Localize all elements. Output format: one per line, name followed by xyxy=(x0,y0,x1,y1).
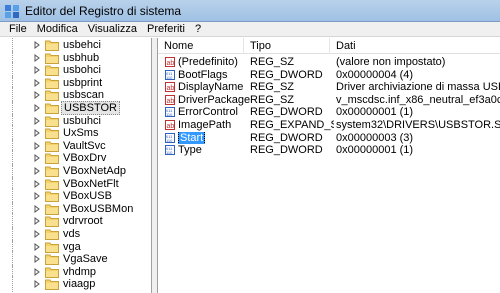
expand-arrow-icon[interactable] xyxy=(33,280,41,289)
expand-arrow-icon[interactable] xyxy=(33,141,41,150)
expand-arrow-icon[interactable] xyxy=(33,154,41,163)
svg-text:110: 110 xyxy=(166,75,173,80)
expand-arrow-icon[interactable] xyxy=(33,242,41,251)
expand-arrow-icon[interactable] xyxy=(33,116,41,125)
string-value-icon: ab xyxy=(165,120,175,130)
value-data: (valore non impostato) xyxy=(336,56,446,68)
svg-text:ab: ab xyxy=(167,123,175,130)
window-title: Editor del Registro di sistema xyxy=(25,3,182,18)
value-data: system32\DRIVERS\USBSTOR.SYS xyxy=(336,119,500,131)
expand-arrow-icon[interactable] xyxy=(33,267,41,276)
list-header: Nome Tipo Dati xyxy=(158,38,500,54)
list-row[interactable]: 011 110 Start REG_DWORD 0x00000003 (3) xyxy=(158,131,500,144)
value-type: REG_DWORD xyxy=(250,106,323,119)
value-data: Driver archiviazione di massa USB xyxy=(336,81,500,94)
menu-file[interactable]: File xyxy=(4,22,32,36)
value-name: ImagePath xyxy=(178,119,232,131)
expand-arrow-icon[interactable] xyxy=(33,41,41,49)
string-value-icon: ab xyxy=(165,82,175,93)
value-name: DriverPackageId xyxy=(178,93,250,106)
menu-help[interactable]: ? xyxy=(190,22,206,36)
value-name: ErrorControl xyxy=(178,106,238,119)
value-type: REG_DWORD xyxy=(250,144,323,157)
menu-preferiti[interactable]: Preferiti xyxy=(142,22,190,36)
binary-value-icon: 011110 xyxy=(165,107,175,118)
expand-arrow-icon[interactable] xyxy=(33,104,41,112)
svg-text:ab: ab xyxy=(167,60,175,67)
string-value-icon: ab xyxy=(165,94,175,105)
tree-item-label: viaagp xyxy=(63,278,96,291)
value-type: REG_DWORD xyxy=(250,68,323,81)
list-row[interactable]: 011 110 ErrorControl REG_DWORD 0x00000001 (1… xyxy=(158,106,500,118)
list-row[interactable]: 011 110 BootFlags REG_DWORD 0x00000004 (4) xyxy=(158,69,500,81)
value-type: REG_SZ xyxy=(250,56,295,68)
value-type: REG_SZ xyxy=(250,93,295,106)
svg-text:110: 110 xyxy=(166,150,173,155)
title-bar: Editor del Registro di sistema xyxy=(0,0,500,22)
value-name: BootFlags xyxy=(178,68,228,81)
menu-bar: File Modifica Visualizza Preferiti ? xyxy=(0,22,500,37)
svg-text:ab: ab xyxy=(167,98,175,105)
value-data: 0x00000001 (1) xyxy=(336,144,414,157)
tree-item[interactable]: viaagp xyxy=(0,276,151,293)
values-list[interactable]: Nome Tipo Dati ab (Predefinito) REG_SZ (val… xyxy=(158,38,500,293)
svg-text:110: 110 xyxy=(166,112,173,117)
list-row[interactable]: abImagePath REG_EXPAND_SZsystem32\DRIVERS… xyxy=(158,119,500,131)
registry-editor-icon xyxy=(5,4,19,18)
column-header-type[interactable]: Tipo xyxy=(244,38,330,54)
expand-arrow-icon[interactable] xyxy=(33,230,41,238)
folder-icon xyxy=(45,279,59,291)
expand-arrow-icon[interactable] xyxy=(33,53,41,62)
expand-arrow-icon[interactable] xyxy=(33,179,41,188)
column-header-data[interactable]: Dati xyxy=(330,38,500,54)
value-data: 0x00000001 (1) xyxy=(336,106,414,119)
value-data: v_mscdsc.inf_x86_neutral_ef3a0c30c03f022… xyxy=(336,93,500,106)
expand-arrow-icon[interactable] xyxy=(33,66,41,75)
value-name: Type xyxy=(178,144,202,157)
expand-arrow-icon[interactable] xyxy=(33,217,41,226)
value-type: REG_SZ xyxy=(250,81,295,94)
binary-value-icon: 011110 xyxy=(165,132,175,143)
value-type: REG_DWORD xyxy=(250,131,323,144)
binary-value-icon: 011110 xyxy=(165,69,175,80)
string-value-icon: ab xyxy=(165,57,175,67)
value-data: 0x00000004 (4) xyxy=(336,68,414,81)
expand-arrow-icon[interactable] xyxy=(33,129,41,138)
expand-arrow-icon[interactable] xyxy=(33,91,41,100)
value-name: DisplayName xyxy=(178,81,244,94)
value-type: REG_EXPAND_SZ xyxy=(250,119,334,131)
column-header-name[interactable]: Nome xyxy=(158,38,244,54)
expand-arrow-icon[interactable] xyxy=(33,78,41,87)
list-row[interactable]: ab (Predefinito) REG_SZ (valore non imposta… xyxy=(158,56,500,68)
key-tree[interactable]: usbehci usbhub usbohci usbprint usbscan USBST… xyxy=(0,38,152,293)
value-name: (Predefinito) xyxy=(178,56,238,68)
value-data: 0x00000003 (3) xyxy=(336,131,414,144)
list-row[interactable]: 011 110 Type REG_DWORD 0x00000001 (1) xyxy=(158,144,500,156)
tree-guide-line xyxy=(12,276,13,293)
menu-visualizza[interactable]: Visualizza xyxy=(83,22,142,36)
list-row[interactable]: ab DisplayName REG_SZ Driver archiviazione … xyxy=(158,81,500,93)
menu-modifica[interactable]: Modifica xyxy=(32,22,83,36)
value-name: Start xyxy=(178,131,206,144)
binary-value-icon: 011110 xyxy=(165,145,175,156)
svg-text:ab: ab xyxy=(167,85,175,92)
expand-arrow-icon[interactable] xyxy=(33,167,41,175)
expand-arrow-icon[interactable] xyxy=(33,192,41,201)
expand-arrow-icon[interactable] xyxy=(33,204,41,213)
expand-arrow-icon[interactable] xyxy=(33,255,41,264)
svg-text:110: 110 xyxy=(166,138,173,143)
list-row[interactable]: abDriverPackageIdREG_SZ v_mscdsc.inf_x86_… xyxy=(158,94,500,106)
